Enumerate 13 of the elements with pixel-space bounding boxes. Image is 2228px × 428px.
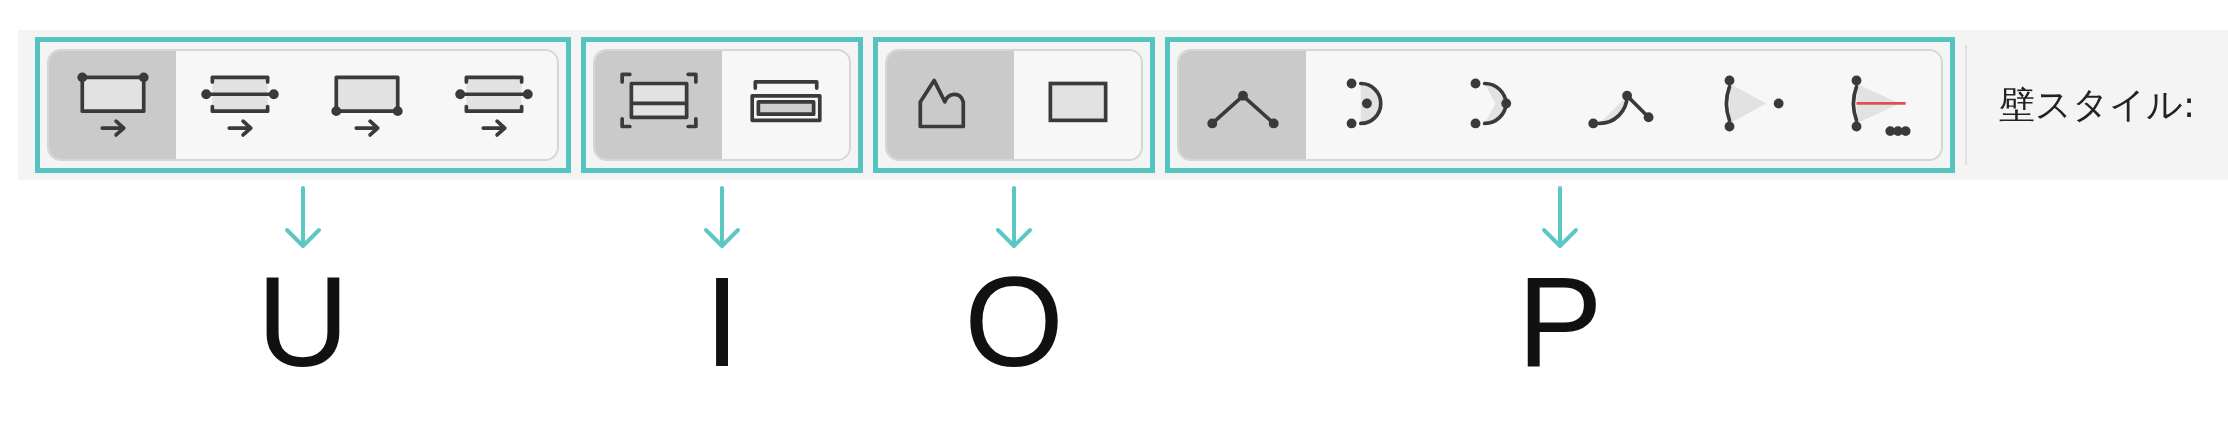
- wall-style-label: 壁スタイル:: [1999, 82, 2196, 127]
- down-arrow-icon: [283, 186, 323, 250]
- shortcut-letter: I: [704, 258, 740, 386]
- down-arrow-icon: [1540, 186, 1580, 250]
- down-arrow-icon: [702, 186, 742, 250]
- tool-button[interactable]: [1179, 51, 1306, 159]
- shortcut-letter: O: [964, 258, 1064, 386]
- tool-button[interactable]: [887, 51, 1014, 159]
- shortcut-letter: U: [256, 258, 350, 386]
- down-arrow-icon: [994, 186, 1034, 250]
- tool-button[interactable]: [49, 51, 176, 159]
- shortcut-letter: P: [1517, 258, 1603, 386]
- tool-button[interactable]: [595, 51, 722, 159]
